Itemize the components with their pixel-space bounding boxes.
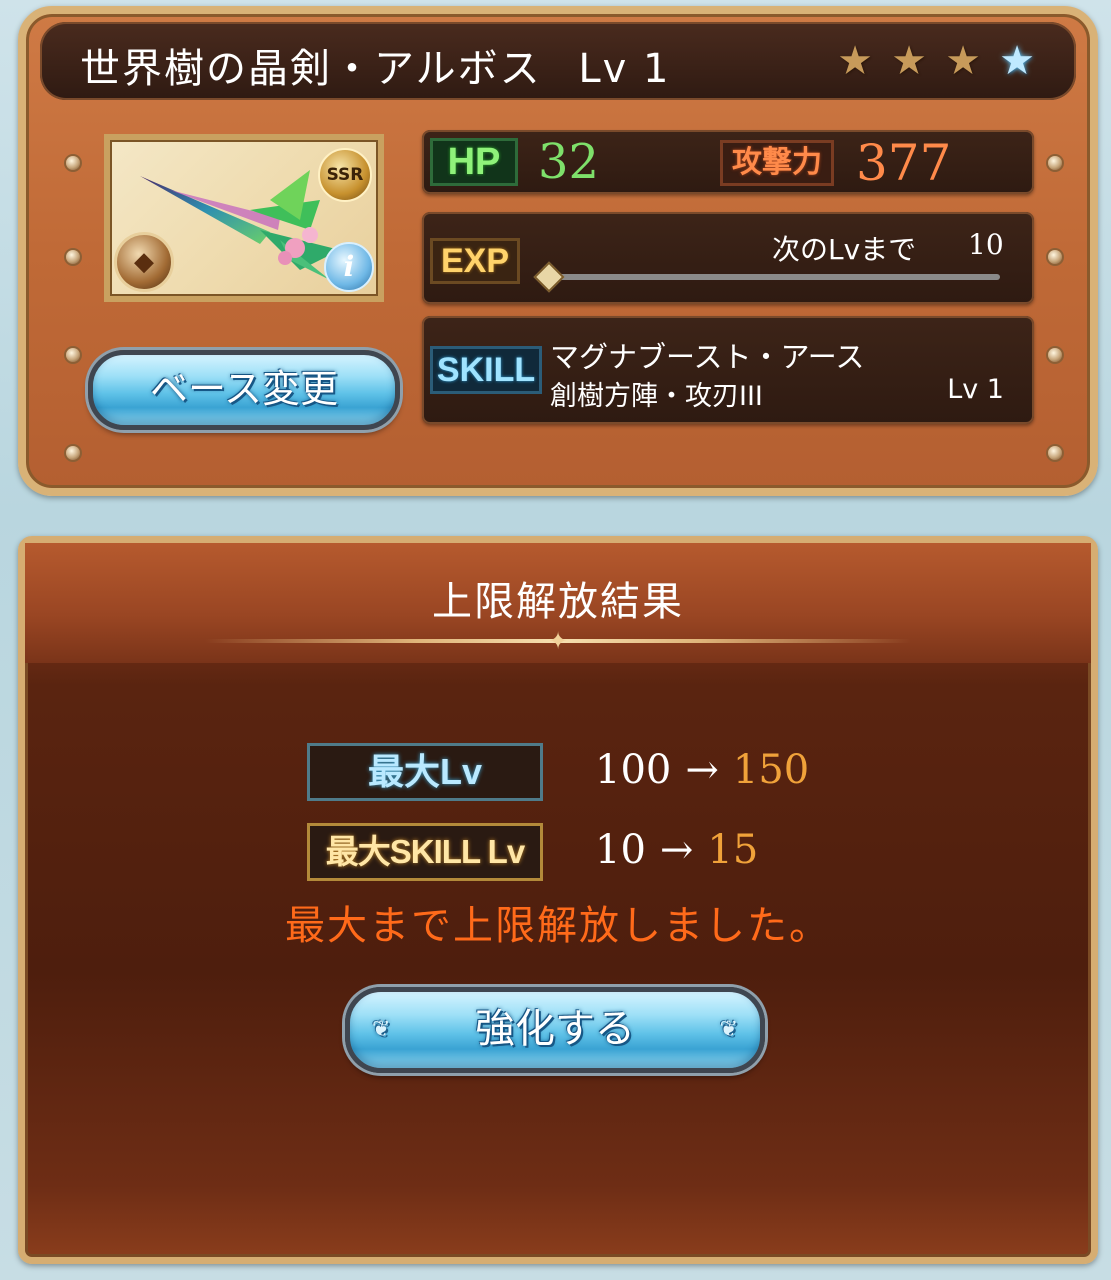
rivet-decoration	[66, 250, 80, 264]
enhance-button-label: 強化する	[475, 1006, 635, 1052]
hp-value: 32	[538, 134, 600, 190]
uncap-result-panel: 上限解放結果 ✦ 最大Lv 100 → 150 最大SKILL Lv 10 → 15 最…	[18, 536, 1098, 1264]
rivet-decoration	[1048, 446, 1062, 460]
hp-tag: HP	[430, 138, 518, 186]
max-level-from: 100	[595, 747, 672, 793]
skill-tag: SKILL	[430, 346, 542, 394]
max-skill-level-change: 10 → 15	[595, 827, 758, 873]
exp-box: EXP 次のLvまで 10	[422, 212, 1034, 304]
ornament-icon: ✦	[547, 627, 569, 655]
hp-attack-box: HP 32 攻撃力 377	[422, 130, 1034, 194]
rivet-decoration	[66, 446, 80, 460]
weapon-image[interactable]: SSR ◆ i	[104, 134, 384, 302]
weapon-title: 世界樹の晶剣・アルボス Lv 1	[80, 36, 670, 94]
enhance-button[interactable]: ❦ 強化する ❦	[345, 987, 765, 1073]
attack-value: 377	[856, 134, 952, 192]
max-level-change: 100 → 150	[595, 747, 809, 793]
rivet-decoration	[66, 156, 80, 170]
earth-element-icon: ◆	[114, 232, 174, 292]
arrow-icon: →	[685, 747, 719, 793]
skill-name: マグナブースト・アース	[550, 340, 865, 374]
next-level-value: 10	[968, 228, 1004, 261]
exp-tag: EXP	[430, 238, 520, 284]
info-icon[interactable]: i	[324, 242, 374, 292]
weapon-name: 世界樹の晶剣・アルボス	[80, 46, 542, 92]
result-title: 上限解放結果	[432, 579, 684, 625]
star-icon: ★	[837, 38, 873, 84]
swirl-ornament-icon: ❦	[372, 1017, 391, 1042]
exp-progress-bar	[552, 274, 1000, 280]
exp-progress-marker-icon	[533, 261, 565, 293]
attack-tag: 攻撃力	[720, 140, 834, 186]
max-skill-level-tag: 最大SKILL Lv	[307, 823, 543, 881]
star-icon: ★	[891, 38, 927, 84]
skill-sub-name: 創樹方陣・攻刃III	[550, 381, 763, 412]
weapon-level: Lv 1	[578, 46, 671, 92]
max-skill-level-from: 10	[595, 827, 646, 873]
rivet-decoration	[1048, 250, 1062, 264]
rivet-decoration	[1048, 348, 1062, 362]
result-header: 上限解放結果 ✦	[25, 543, 1091, 663]
next-level-label: 次のLvまで	[772, 233, 917, 266]
skill-level: Lv 1	[947, 374, 1004, 405]
star-icon: ★	[999, 38, 1035, 84]
skill-box: SKILL マグナブースト・アース 創樹方陣・攻刃III Lv 1	[422, 316, 1034, 424]
star-icon: ★	[945, 38, 981, 84]
uncap-complete-notice: 最大まで上限解放しました。	[285, 903, 831, 949]
weapon-title-bar: 世界樹の晶剣・アルボス Lv 1 ★ ★ ★ ★	[40, 22, 1076, 100]
weapon-status-panel: 世界樹の晶剣・アルボス Lv 1 ★ ★ ★ ★ SSR ◆ i ベース変更 H…	[18, 6, 1098, 496]
base-change-button[interactable]: ベース変更	[88, 350, 400, 430]
arrow-icon: →	[659, 827, 694, 873]
swirl-ornament-icon: ❦	[719, 1017, 738, 1042]
max-skill-level-to: 15	[707, 827, 759, 873]
max-level-tag: 最大Lv	[307, 743, 543, 801]
ssr-rarity-badge: SSR	[318, 148, 372, 202]
uncap-stars: ★ ★ ★ ★	[834, 40, 1038, 82]
rivet-decoration	[1048, 156, 1062, 170]
rivet-decoration	[66, 348, 80, 362]
max-level-to: 150	[732, 747, 810, 793]
